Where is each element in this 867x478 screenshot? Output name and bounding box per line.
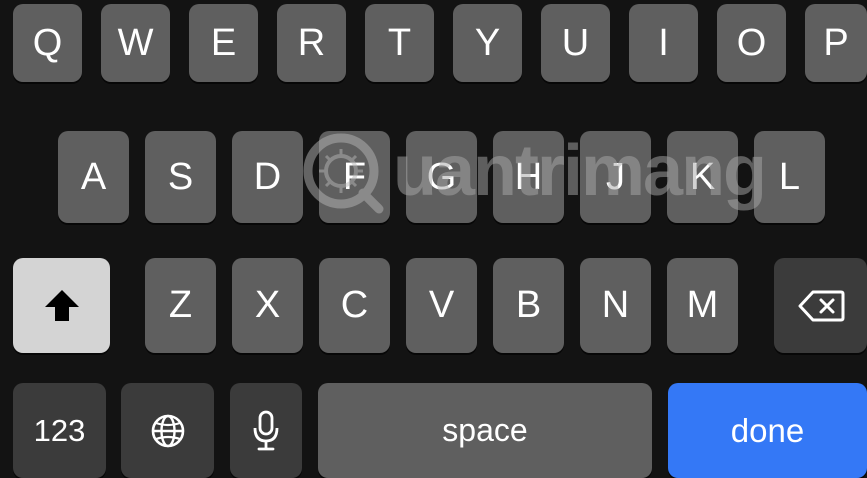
key-g[interactable]: G [406,131,477,223]
key-j[interactable]: J [580,131,651,223]
key-d[interactable]: D [232,131,303,223]
key-k[interactable]: K [667,131,738,223]
key-f[interactable]: F [319,131,390,223]
key-b[interactable]: B [493,258,564,353]
key-x[interactable]: X [232,258,303,353]
key-i[interactable]: I [629,4,698,82]
dictation-key[interactable] [230,383,302,478]
key-o[interactable]: O [717,4,786,82]
globe-key[interactable] [121,383,214,478]
key-c[interactable]: C [319,258,390,353]
key-q[interactable]: Q [13,4,82,82]
shift-icon [44,289,79,321]
numbers-key[interactable]: 123 [13,383,106,478]
key-u[interactable]: U [541,4,610,82]
globe-icon [151,414,184,447]
key-v[interactable]: V [406,258,477,353]
key-h[interactable]: H [493,131,564,223]
delete-backspace-icon [798,290,844,321]
key-r[interactable]: R [277,4,346,82]
key-m[interactable]: M [667,258,738,353]
key-p[interactable]: P [805,4,867,82]
key-y[interactable]: Y [453,4,522,82]
key-n[interactable]: N [580,258,651,353]
key-a[interactable]: A [58,131,129,223]
key-l[interactable]: L [754,131,825,223]
key-w[interactable]: W [101,4,170,82]
shift-key[interactable] [13,258,110,353]
microphone-icon [253,410,279,450]
space-key[interactable]: space [318,383,652,478]
key-t[interactable]: T [365,4,434,82]
key-e[interactable]: E [189,4,258,82]
delete-key[interactable] [774,258,867,353]
key-z[interactable]: Z [145,258,216,353]
done-key[interactable]: done [668,383,867,478]
keyboard: Q W E R T Y U I O P A S D F G H J K L Z … [0,0,867,478]
key-s[interactable]: S [145,131,216,223]
